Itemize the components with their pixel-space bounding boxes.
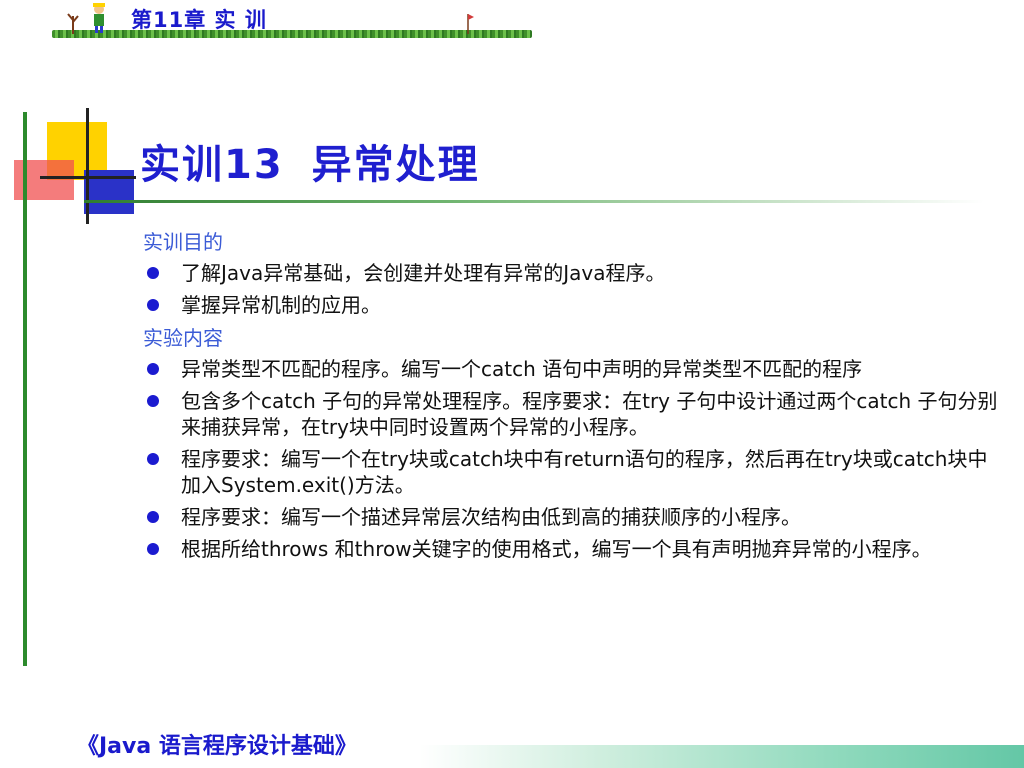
bullet-icon bbox=[147, 363, 159, 375]
list-item-text: 包含多个catch 子句的异常处理程序。程序要求：在try 子句中设计通过两个c… bbox=[181, 389, 998, 439]
cartoon-figure-icon bbox=[93, 3, 105, 33]
footer-book-title: 《Java 语言程序设计基础》 bbox=[77, 734, 357, 759]
list-item-text: 掌握异常机制的应用。 bbox=[181, 293, 381, 317]
bullet-icon bbox=[147, 453, 159, 465]
bullet-icon bbox=[147, 395, 159, 407]
slide-content: 实训目的 了解Java异常基础，会创建并处理有异常的Java程序。 掌握异常机制… bbox=[143, 228, 1003, 568]
vertical-dark-line bbox=[86, 108, 89, 224]
header-grass-divider bbox=[52, 30, 532, 38]
flag-icon bbox=[467, 14, 474, 34]
bullet-icon bbox=[147, 543, 159, 555]
list-item: 根据所给throws 和throw关键字的使用格式，编写一个具有声明抛弃异常的小… bbox=[143, 536, 1003, 562]
list-item: 程序要求：编写一个在try块或catch块中有return语句的程序，然后再在t… bbox=[143, 446, 1003, 498]
slide-title: 实训13 异常处理 bbox=[140, 132, 480, 190]
bullet-icon bbox=[147, 267, 159, 279]
chapter-title: 第11章 实 训 bbox=[131, 8, 267, 32]
left-green-rule bbox=[23, 112, 27, 666]
horizontal-dark-line bbox=[40, 176, 136, 179]
list-item: 异常类型不匹配的程序。编写一个catch 语句中声明的异常类型不匹配的程序 bbox=[143, 356, 1003, 382]
bullet-icon bbox=[147, 299, 159, 311]
list-item-text: 了解Java异常基础，会创建并处理有异常的Java程序。 bbox=[181, 261, 666, 285]
list-item-text: 程序要求：编写一个在try块或catch块中有return语句的程序，然后再在t… bbox=[181, 447, 988, 497]
slide-title-prefix: 实训13 bbox=[140, 142, 284, 188]
list-item-text: 异常类型不匹配的程序。编写一个catch 语句中声明的异常类型不匹配的程序 bbox=[181, 357, 863, 381]
footer-gradient-band bbox=[420, 745, 1024, 768]
list-item: 掌握异常机制的应用。 bbox=[143, 292, 1003, 318]
section-heading-goals: 实训目的 bbox=[143, 230, 223, 254]
list-item: 包含多个catch 子句的异常处理程序。程序要求：在try 子句中设计通过两个c… bbox=[143, 388, 1003, 440]
list-item-text: 程序要求：编写一个描述异常层次结构由低到高的捕获顺序的小程序。 bbox=[181, 505, 801, 529]
list-item-text: 根据所给throws 和throw关键字的使用格式，编写一个具有声明抛弃异常的小… bbox=[181, 537, 932, 561]
title-underline bbox=[84, 200, 984, 203]
list-item: 了解Java异常基础，会创建并处理有异常的Java程序。 bbox=[143, 260, 1003, 286]
tree-icon bbox=[67, 13, 79, 34]
slide-title-text: 异常处理 bbox=[311, 141, 480, 188]
bullet-icon bbox=[147, 511, 159, 523]
list-item: 程序要求：编写一个描述异常层次结构由低到高的捕获顺序的小程序。 bbox=[143, 504, 1003, 530]
section-heading-content: 实验内容 bbox=[143, 326, 223, 350]
